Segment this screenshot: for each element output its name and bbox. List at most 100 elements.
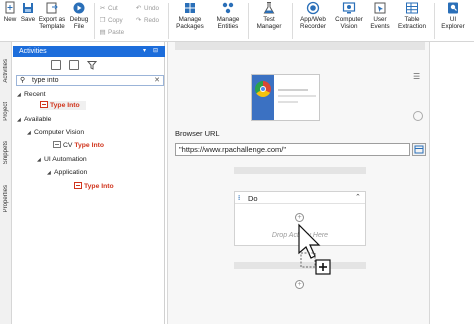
manage-packages-button[interactable]: Manage Packages xyxy=(173,1,207,30)
flask-icon xyxy=(262,1,276,15)
tree-item-label: Type Into xyxy=(74,142,105,149)
tree-group-application[interactable]: ◢ Application xyxy=(47,168,87,178)
collapse-arrow-icon: ◢ xyxy=(17,117,21,123)
tab-snippets-label: Snippets xyxy=(3,141,9,165)
add-activity-icon[interactable]: + xyxy=(295,213,304,222)
thumbnail-line xyxy=(278,101,298,103)
cut-button[interactable]: ✂ Cut xyxy=(99,5,118,12)
menu-icon[interactable]: ☰ xyxy=(413,72,420,81)
sequence-icon: ⁝ xyxy=(238,195,241,202)
undo-label: Undo xyxy=(144,5,160,12)
activities-search-box[interactable]: ⚲ ✕ xyxy=(16,75,164,86)
tree-group-ui-automation-label: UI Automation xyxy=(44,156,87,163)
table-extraction-icon xyxy=(405,1,419,15)
tab-snippets[interactable]: Snippets xyxy=(0,134,12,172)
new-file-icon xyxy=(3,1,17,15)
manage-packages-label: Manage Packages xyxy=(176,16,204,30)
indicate-target-icon[interactable] xyxy=(413,111,423,121)
tree-item-label: Type Into xyxy=(50,102,80,109)
tab-activities-label: Activities xyxy=(3,59,9,83)
debug-file-button[interactable]: Debug File xyxy=(68,1,90,30)
tree-item-app-type-into[interactable]: Type Into xyxy=(74,181,114,191)
undo-button[interactable]: ↶ Undo xyxy=(135,5,159,12)
ui-explorer-label: UI Explorer xyxy=(441,16,465,30)
expression-editor-button[interactable] xyxy=(412,143,426,156)
activities-toolbar xyxy=(13,60,165,72)
save-label: Save xyxy=(20,16,36,23)
tree-item-label: Type Into xyxy=(84,183,114,190)
ribbon-separator xyxy=(94,3,95,39)
tree-group-available[interactable]: ◢ Available xyxy=(17,115,51,125)
collapse-all-icon[interactable] xyxy=(69,60,79,70)
tab-activities[interactable]: Activities xyxy=(0,52,12,90)
ribbon-separator xyxy=(434,3,435,39)
ribbon-separator xyxy=(292,3,293,39)
paste-label: Paste xyxy=(108,29,125,36)
auto-hide-icon[interactable]: ⊟ xyxy=(153,46,158,57)
save-button[interactable]: Save xyxy=(20,1,36,23)
recorder-icon xyxy=(306,1,320,15)
cv-type-into-icon xyxy=(53,140,61,148)
export-template-button[interactable]: Export as Template xyxy=(36,1,68,30)
paste-icon: ▤ xyxy=(99,29,106,36)
test-manager-button[interactable]: Test Manager xyxy=(252,1,286,30)
pin-icon[interactable]: ▾ xyxy=(143,46,146,57)
tree-group-ui-automation[interactable]: ◢ UI Automation xyxy=(37,155,87,165)
tab-properties[interactable]: Properties xyxy=(0,176,12,222)
filter-icon[interactable] xyxy=(86,60,98,70)
chrome-logo-center xyxy=(260,86,266,92)
manage-entities-label: Manage Entities xyxy=(216,16,240,30)
expand-all-icon[interactable] xyxy=(51,60,61,70)
add-activity-bottom-icon[interactable]: + xyxy=(295,280,304,289)
search-icon: ⚲ xyxy=(20,77,26,84)
paste-button[interactable]: ▤ Paste xyxy=(99,29,125,36)
redo-label: Redo xyxy=(144,17,160,24)
user-events-icon xyxy=(373,1,387,15)
table-extraction-label: Table Extraction xyxy=(398,16,426,30)
clear-search-icon[interactable]: ✕ xyxy=(154,76,160,85)
computer-vision-button[interactable]: Computer Vision xyxy=(332,1,366,30)
activities-panel: Activities ▾ ⊟ ⚲ ✕ ◢Recent Type Into ◢Av… xyxy=(13,42,165,324)
ribbon-separator xyxy=(168,3,169,39)
new-label: New xyxy=(3,16,17,23)
activities-search-input[interactable] xyxy=(32,76,137,85)
ui-explorer-icon xyxy=(446,1,460,15)
collapse-arrow-icon: ◢ xyxy=(47,170,51,176)
do-title: Do xyxy=(248,194,258,203)
browser-screenshot-thumbnail[interactable] xyxy=(251,74,320,121)
tree-item-recent-type-into[interactable]: Type Into xyxy=(40,100,86,110)
table-extraction-button[interactable]: Table Extraction xyxy=(395,1,429,30)
thumbnail-line xyxy=(278,95,316,97)
collapse-arrow-icon: ◢ xyxy=(37,157,41,163)
computer-vision-label: Computer Vision xyxy=(335,16,363,30)
tab-properties-label: Properties xyxy=(3,185,9,213)
ui-explorer-button[interactable]: UI Explorer xyxy=(438,1,468,30)
tree-group-recent[interactable]: ◢ Recent xyxy=(17,90,46,100)
user-events-button[interactable]: User Events xyxy=(367,1,393,30)
new-button[interactable]: New xyxy=(2,1,18,23)
cv-prefix-label: CV xyxy=(63,142,75,149)
copy-button[interactable]: ❐ Copy xyxy=(99,17,123,24)
debug-play-icon xyxy=(72,1,86,15)
manage-entities-button[interactable]: Manage Entities xyxy=(212,1,244,30)
copy-icon: ❐ xyxy=(99,17,106,24)
packages-icon xyxy=(183,1,197,15)
tree-group-computer-vision[interactable]: ◢ Computer Vision xyxy=(27,128,84,138)
tree-item-cv-type-into[interactable]: CV Type Into xyxy=(53,140,105,150)
side-tab-strip: Activities Project Snippets Properties xyxy=(0,42,12,324)
computer-vision-icon xyxy=(342,1,356,15)
save-icon xyxy=(21,1,35,15)
app-web-recorder-button[interactable]: App/Web Recorder xyxy=(296,1,330,30)
collapse-icon[interactable]: ⌃ xyxy=(355,193,361,201)
activities-panel-title: Activities xyxy=(19,48,47,55)
collapse-arrow-icon: ◢ xyxy=(17,92,21,98)
test-manager-label: Test Manager xyxy=(256,16,282,30)
tree-group-application-label: Application xyxy=(54,169,88,176)
redo-button[interactable]: ↷ Redo xyxy=(135,17,159,24)
drag-cursor-icon xyxy=(297,223,333,281)
tree-group-recent-label: Recent xyxy=(24,91,46,98)
tree-group-computer-vision-label: Computer Vision xyxy=(34,129,85,136)
tree-group-available-label: Available xyxy=(24,116,52,123)
tab-project[interactable]: Project xyxy=(0,94,12,128)
browser-url-field[interactable]: "https://www.rpachallenge.com/" xyxy=(175,143,410,156)
